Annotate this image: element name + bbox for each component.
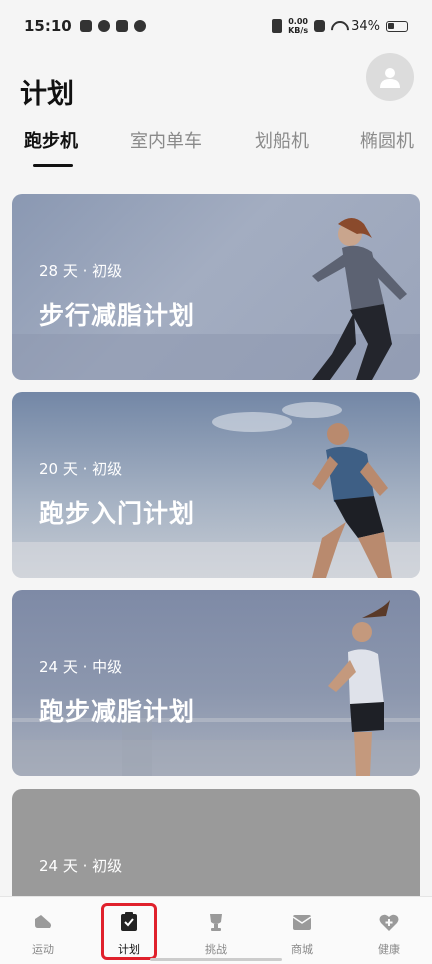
tab-treadmill[interactable]: 跑步机 — [24, 127, 78, 153]
status-time: 15:10 — [24, 17, 72, 35]
tabbar-item-health[interactable]: 健康 — [364, 911, 414, 957]
vibrate-icon — [272, 19, 283, 33]
plan-meta: 24 天 · 中级 — [39, 658, 123, 676]
wifi-icon — [331, 21, 345, 32]
app-icon — [97, 20, 110, 32]
wechat-icon — [133, 20, 146, 32]
page-title: 计划 — [20, 79, 74, 110]
battery-percent: 34% — [351, 18, 380, 34]
tabbar-item-mall[interactable]: 商城 — [277, 911, 327, 957]
crown-icon — [79, 20, 92, 32]
battery-icon — [386, 20, 408, 32]
mail-icon — [292, 915, 312, 930]
tab-indicator — [33, 164, 73, 167]
avatar[interactable] — [366, 53, 414, 101]
home-indicator — [150, 958, 282, 961]
net-speed: 0.00 KB/s — [288, 17, 308, 35]
plan-title: 跑步入门计划 — [39, 499, 196, 528]
plan-title: 步行减脂计划 — [39, 301, 196, 330]
bottom-tab-bar: 运动 计划 挑战 商城 健康 — [0, 896, 432, 964]
plan-meta: 28 天 · 初级 — [39, 262, 123, 280]
tab-indoor-bike[interactable]: 室内单车 — [130, 127, 202, 153]
status-bar: 15:10 0.00 KB/s 34% — [0, 0, 432, 52]
heart-plus-icon — [379, 914, 399, 931]
tabbar-item-exercise[interactable]: 运动 — [18, 911, 68, 957]
plan-meta: 20 天 · 初级 — [39, 460, 123, 478]
net-speed-unit: KB/s — [288, 26, 309, 35]
tab-rowing-machine[interactable]: 划船机 — [255, 127, 309, 153]
status-right: 0.00 KB/s 34% — [272, 17, 408, 35]
plan-meta: 24 天 · 初级 — [39, 857, 123, 875]
selection-highlight — [101, 903, 157, 960]
sim-icon — [314, 20, 326, 32]
user-icon — [380, 68, 400, 88]
runner-image — [12, 402, 420, 578]
plan-card[interactable]: 28 天 · 初级 步行减脂计划 — [12, 194, 420, 380]
net-speed-value: 0.00 — [288, 17, 308, 26]
plan-card[interactable]: 20 天 · 初级 跑步入门计划 — [12, 392, 420, 578]
equipment-tabs: 跑步机 室内单车 划船机 椭圆机 — [0, 124, 432, 170]
shoe-icon — [35, 915, 51, 928]
runner-image — [12, 218, 420, 380]
tab-elliptical[interactable]: 椭圆机 — [360, 127, 414, 153]
tabbar-label: 商城 — [291, 943, 313, 956]
tabbar-label: 运动 — [32, 943, 54, 956]
runner-image — [12, 600, 420, 776]
notification-icons — [79, 20, 146, 32]
message-icon — [115, 20, 128, 32]
plan-card[interactable]: 24 天 · 中级 跑步减脂计划 — [12, 590, 420, 776]
tabbar-item-challenge[interactable]: 挑战 — [191, 911, 241, 957]
tabbar-label: 挑战 — [205, 943, 227, 956]
trophy-icon — [210, 914, 222, 931]
tabbar-label: 健康 — [378, 943, 400, 956]
plan-title: 跑步减脂计划 — [39, 697, 196, 726]
